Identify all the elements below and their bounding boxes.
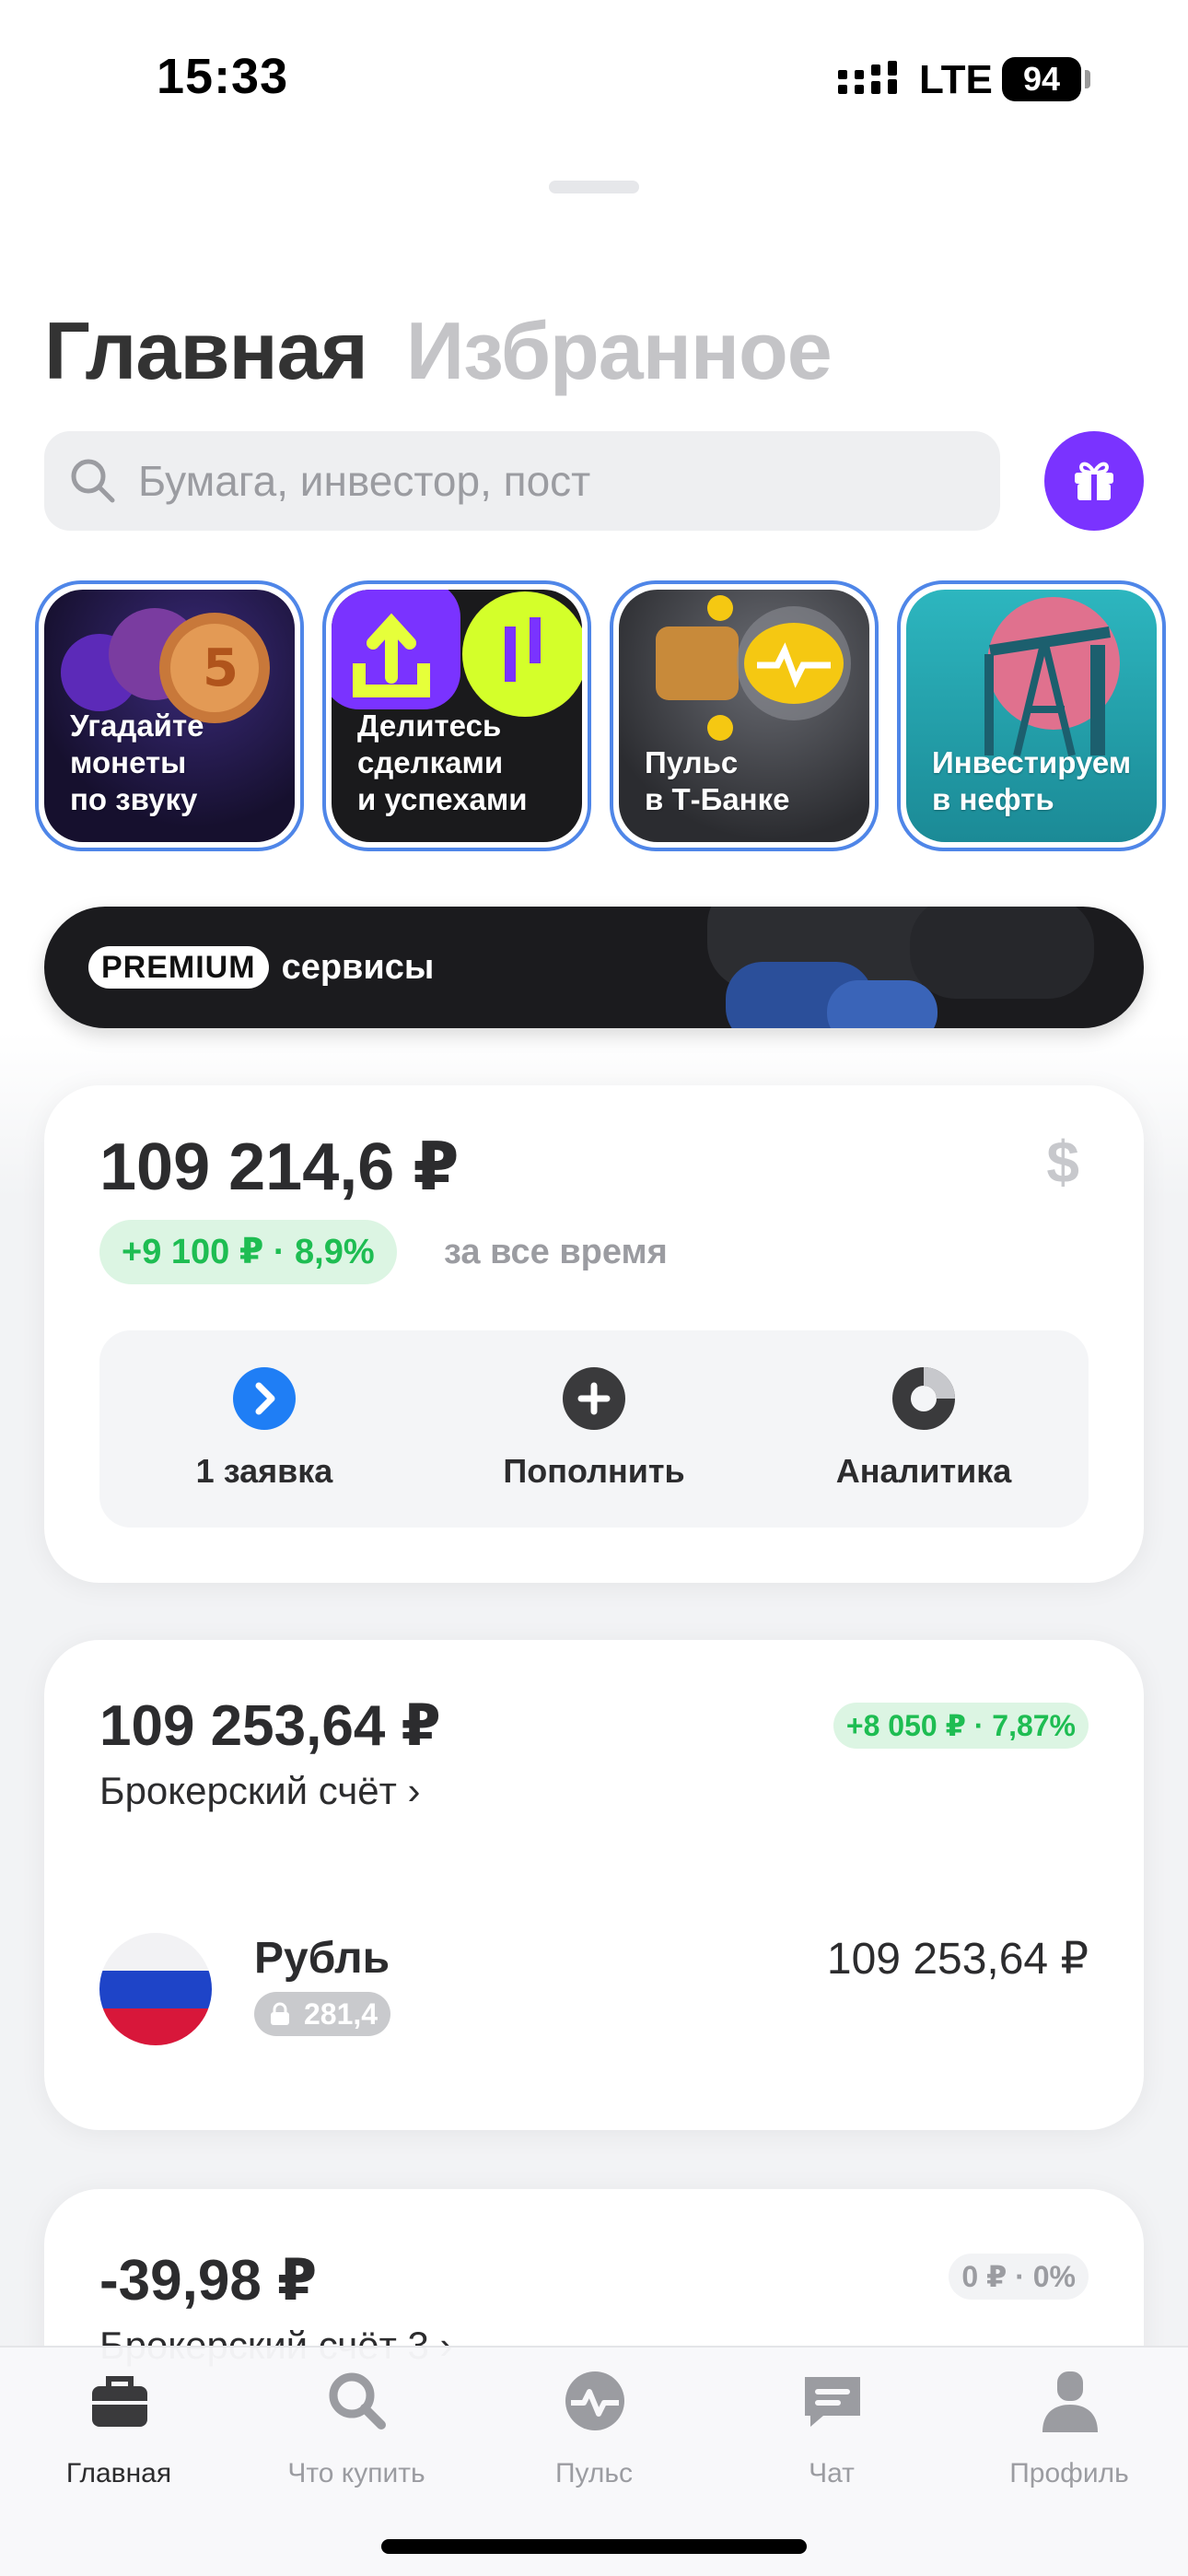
premium-decoration: [707, 907, 1094, 1028]
story-share-deals[interactable]: Делитесь сделками и успехами: [322, 580, 591, 851]
portfolio-summary-card: 109 214,6 ₽ $ +9 100 ₽ · 8,9% за все вре…: [44, 1085, 1144, 1583]
tabbar-label: Профиль: [1009, 2458, 1129, 2488]
story-image: Инвестируем в нефть: [906, 590, 1157, 842]
tabbar-profile[interactable]: Профиль: [950, 2368, 1188, 2506]
chevron-right-icon: [233, 1367, 296, 1430]
orders-button[interactable]: 1 заявка: [99, 1330, 429, 1528]
search-icon: [329, 2372, 386, 2430]
network-type: LTE: [919, 57, 993, 102]
tab-main[interactable]: Главная: [44, 304, 368, 398]
account-gain-badge: +8 050 ₽ · 7,87%: [833, 1703, 1089, 1749]
portfolio-gain-caption[interactable]: за все время: [444, 1220, 668, 1284]
top-up-button[interactable]: Пополнить: [429, 1330, 759, 1528]
pulse-icon: [565, 2371, 624, 2430]
account-gain-badge: 0 ₽ · 0%: [949, 2254, 1089, 2300]
story-image: Делитесь сделками и успехами: [332, 590, 582, 842]
home-indicator[interactable]: [381, 2539, 807, 2554]
premium-label: сервисы: [281, 947, 435, 987]
portfolio-actions: 1 заявка Пополнить Аналитика: [99, 1330, 1089, 1528]
battery-indicator: 94: [1002, 57, 1081, 101]
search-icon: [71, 459, 115, 503]
story-guess-coins[interactable]: 5 Угадайте монеты по звуку: [35, 580, 304, 851]
lock-icon: [271, 2002, 289, 2025]
premium-badge: PREMIUM: [88, 946, 269, 989]
story-image: Пульс в Т-Банке: [619, 590, 869, 842]
locked-amount-badge: 281,4: [254, 1992, 391, 2036]
sheet-handle[interactable]: [549, 181, 639, 193]
status-time: 15:33: [157, 49, 289, 104]
tabbar-label: Чат: [809, 2458, 855, 2488]
cellular-signal-icon: [838, 61, 897, 94]
tabbar-pulse[interactable]: Пульс: [475, 2368, 713, 2506]
story-oil[interactable]: Инвестируем в нефть: [897, 580, 1166, 851]
chat-icon: [805, 2377, 860, 2427]
stories-carousel: 5 Угадайте монеты по звуку Делитесь сдел…: [35, 580, 1188, 851]
search-bar[interactable]: [44, 431, 1000, 531]
top-up-label: Пополнить: [503, 1452, 685, 1490]
tab-favorites[interactable]: Избранное: [406, 304, 833, 398]
tabbar-label: Что купить: [287, 2458, 425, 2488]
brokerage-account-card[interactable]: 109 253,64 ₽ +8 050 ₽ · 7,87% Брокерский…: [44, 1640, 1144, 2130]
pulse-coins-icon: [656, 595, 851, 741]
tabbar-home[interactable]: Главная: [0, 2368, 238, 2506]
header-tabs: Главная Избранное: [44, 304, 833, 405]
orders-label: 1 заявка: [195, 1452, 333, 1490]
briefcase-icon: [92, 2376, 147, 2427]
analytics-label: Аналитика: [835, 1452, 1012, 1490]
svg-text:5: 5: [203, 638, 239, 698]
story-caption: Пульс в Т-Банке: [645, 745, 790, 816]
plus-icon: [563, 1367, 625, 1430]
asset-value: 109 253,64 ₽: [826, 1935, 1089, 1984]
portfolio-gain-badge: +9 100 ₽ · 8,9%: [99, 1220, 397, 1284]
status-bar: 15:33 LTE 94: [0, 0, 1188, 157]
story-caption: Угадайте монеты по звуку: [70, 708, 204, 816]
tabbar-label: Пульс: [554, 2458, 634, 2488]
tabbar-label: Главная: [65, 2458, 172, 2488]
russia-flag-icon: [99, 1933, 212, 2045]
premium-banner[interactable]: PREMIUM сервисы: [44, 907, 1144, 1028]
asset-name[interactable]: Рубль: [254, 1933, 390, 1984]
portfolio-total: 109 214,6 ₽: [99, 1130, 460, 1204]
tabbar-what-to-buy[interactable]: Что купить: [238, 2368, 475, 2506]
profile-icon: [1042, 2371, 1098, 2432]
story-pulse[interactable]: Пульс в Т-Банке: [610, 580, 879, 851]
gift-button[interactable]: [1044, 431, 1144, 531]
analytics-button[interactable]: Аналитика: [759, 1330, 1089, 1528]
account-name-link[interactable]: Брокерский счёт ›: [99, 1769, 420, 1813]
story-caption: Делитесь сделками и успехами: [357, 708, 528, 816]
tabbar-chat[interactable]: Чат: [713, 2368, 950, 2506]
search-input[interactable]: [138, 456, 967, 506]
account-value: 109 253,64 ₽: [99, 1694, 441, 1758]
story-caption: Инвестируем в нефть: [932, 745, 1132, 816]
donut-chart-icon: [892, 1367, 955, 1430]
locked-amount: 281,4: [304, 1997, 379, 2031]
currency-switch[interactable]: $: [1046, 1128, 1079, 1196]
gift-icon: [1075, 462, 1113, 500]
account-value: -39,98 ₽: [99, 2249, 318, 2313]
story-image: 5 Угадайте монеты по звуку: [44, 590, 295, 842]
battery-tip: [1085, 70, 1090, 88]
